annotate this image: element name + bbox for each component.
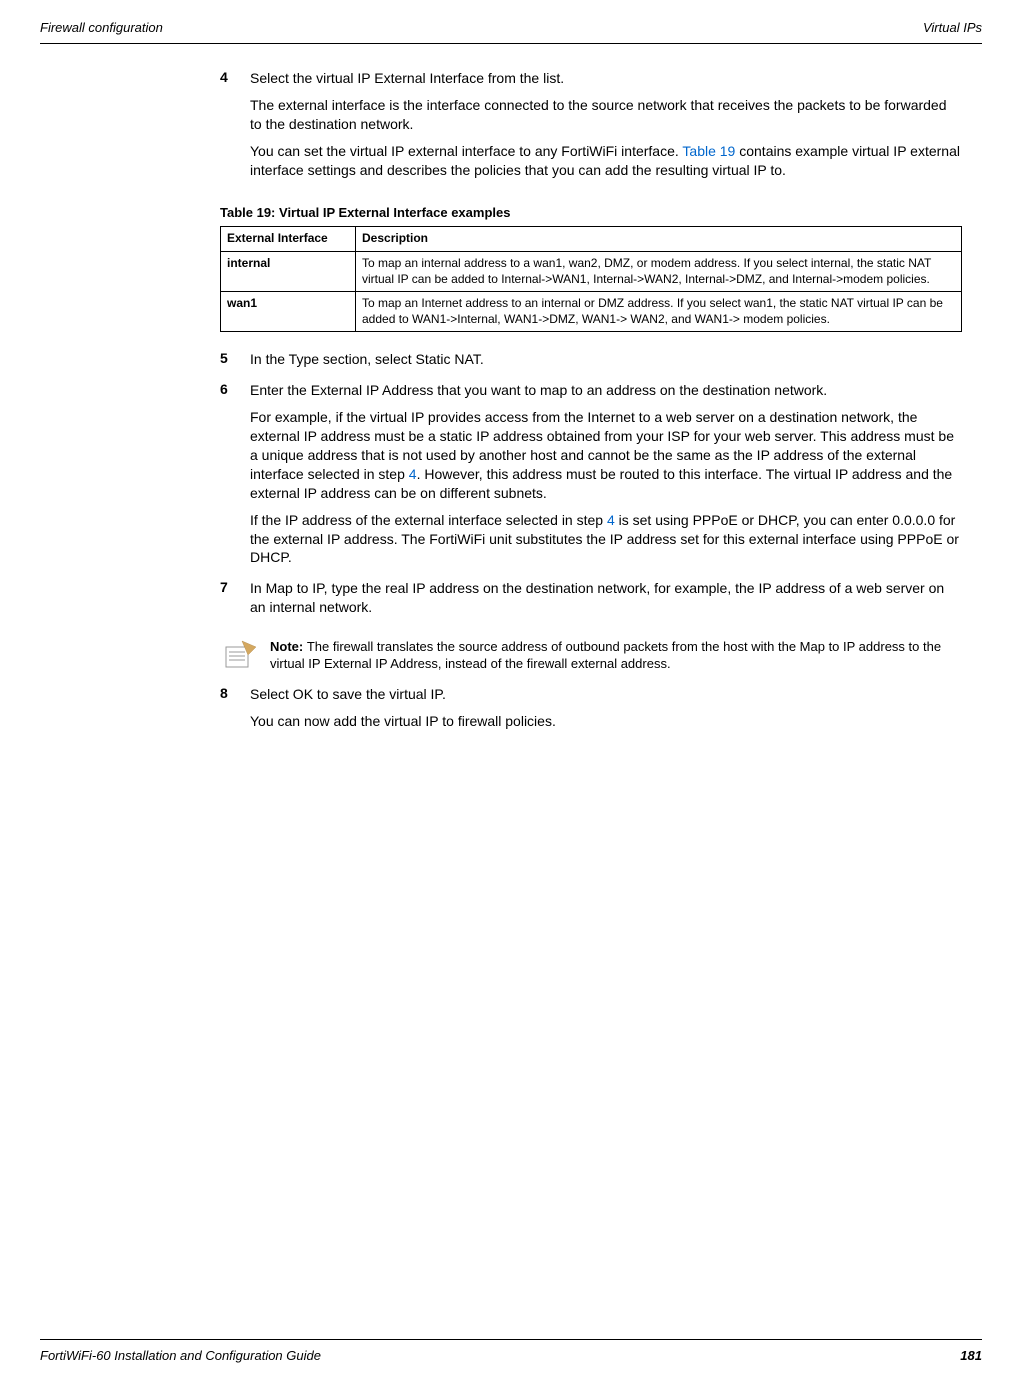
note-label: Note:: [270, 639, 307, 654]
step-text: Select OK to save the virtual IP.: [250, 685, 962, 704]
table-cell: internal: [221, 252, 356, 292]
step-body: In Map to IP, type the real IP address o…: [250, 579, 962, 625]
step-number: 6: [220, 381, 250, 575]
table-header-row: External Interface Description: [221, 227, 962, 252]
table-header: External Interface: [221, 227, 356, 252]
step-text: Enter the External IP Address that you w…: [250, 381, 962, 400]
table-cell: wan1: [221, 292, 356, 332]
footer-left: FortiWiFi-60 Installation and Configurat…: [40, 1348, 321, 1363]
page-number: 181: [960, 1348, 982, 1363]
note-icon: [220, 637, 260, 672]
table-row: wan1 To map an Internet address to an in…: [221, 292, 962, 332]
step-text: You can now add the virtual IP to firewa…: [250, 712, 962, 731]
table-row: internal To map an internal address to a…: [221, 252, 962, 292]
step-body: Select the virtual IP External Interface…: [250, 69, 962, 187]
step-link[interactable]: 4: [607, 512, 615, 528]
table-link[interactable]: Table 19: [682, 143, 735, 159]
step-link[interactable]: 4: [409, 466, 417, 482]
step-number: 5: [220, 350, 250, 377]
header-left: Firewall configuration: [40, 20, 163, 35]
table-header: Description: [356, 227, 962, 252]
step-text: In Map to IP, type the real IP address o…: [250, 579, 962, 617]
step-number: 8: [220, 685, 250, 739]
step-body: Select OK to save the virtual IP. You ca…: [250, 685, 962, 739]
cell-value: internal: [227, 256, 270, 270]
step-text: The external interface is the interface …: [250, 96, 962, 134]
step-5: 5 In the Type section, select Static NAT…: [220, 350, 962, 377]
note-block: Note: The firewall translates the source…: [220, 637, 962, 673]
step-number: 4: [220, 69, 250, 187]
step-6: 6 Enter the External IP Address that you…: [220, 381, 962, 575]
content-area: 4 Select the virtual IP External Interfa…: [220, 69, 962, 739]
step-7: 7 In Map to IP, type the real IP address…: [220, 579, 962, 625]
step-body: Enter the External IP Address that you w…: [250, 381, 962, 575]
step-text: If the IP address of the external interf…: [250, 511, 962, 568]
table-cell: To map an internal address to a wan1, wa…: [356, 252, 962, 292]
cell-value: wan1: [227, 296, 257, 310]
table-caption: Table 19: Virtual IP External Interface …: [220, 205, 962, 220]
step-number: 7: [220, 579, 250, 625]
step-text: Select the virtual IP External Interface…: [250, 69, 962, 88]
step-text: For example, if the virtual IP provides …: [250, 408, 962, 502]
page-header: Firewall configuration Virtual IPs: [40, 20, 982, 44]
vip-table: External Interface Description internal …: [220, 226, 962, 332]
text-part: If the IP address of the external interf…: [250, 512, 607, 528]
step-body: In the Type section, select Static NAT.: [250, 350, 962, 377]
table-block: Table 19: Virtual IP External Interface …: [220, 205, 962, 332]
note-content: The firewall translates the source addre…: [270, 639, 941, 671]
note-text: Note: The firewall translates the source…: [270, 637, 962, 673]
page-footer: FortiWiFi-60 Installation and Configurat…: [40, 1339, 982, 1363]
table-cell: To map an Internet address to an interna…: [356, 292, 962, 332]
step-text: In the Type section, select Static NAT.: [250, 350, 962, 369]
step-8: 8 Select OK to save the virtual IP. You …: [220, 685, 962, 739]
step-4: 4 Select the virtual IP External Interfa…: [220, 69, 962, 187]
header-right: Virtual IPs: [923, 20, 982, 35]
step-text: You can set the virtual IP external inte…: [250, 142, 962, 180]
text-part: You can set the virtual IP external inte…: [250, 143, 682, 159]
